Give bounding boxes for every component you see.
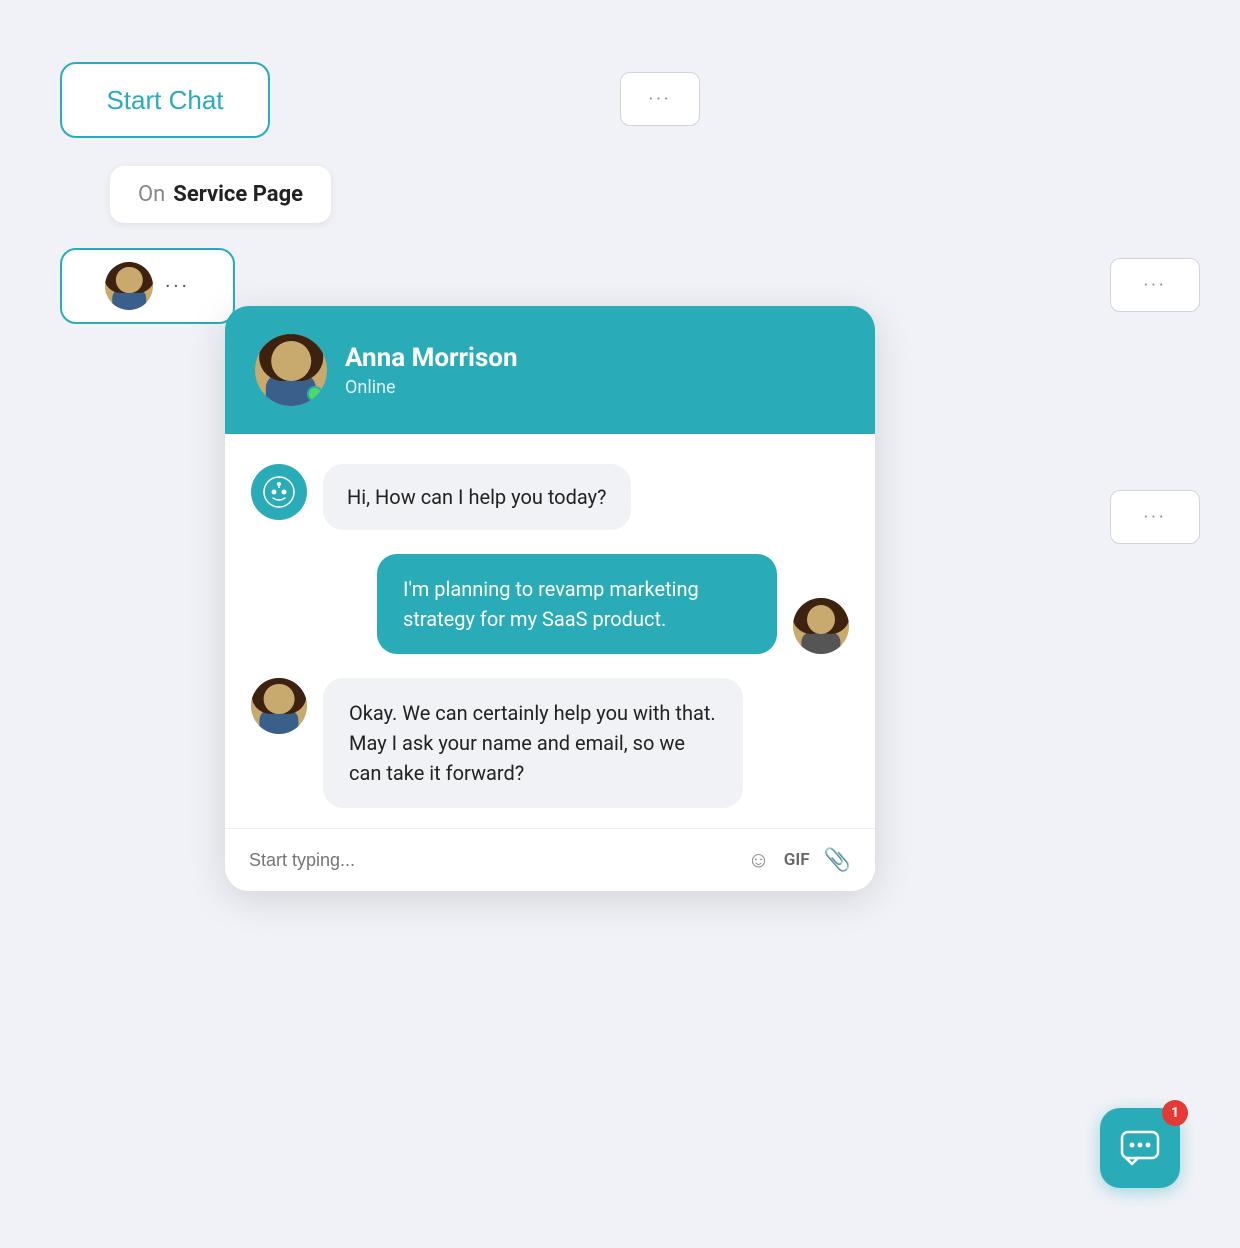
on-text: On: [138, 182, 165, 207]
agent-info: Anna Morrison Online: [345, 343, 518, 398]
input-icons: ☺ GIF 📎: [747, 847, 851, 873]
bot-avatar: [251, 464, 307, 520]
emoji-icon[interactable]: ☺: [747, 847, 769, 873]
avatar-dots-button[interactable]: ···: [60, 248, 235, 324]
top-right-dots-button[interactable]: ···: [620, 72, 700, 126]
dots-icon: ···: [648, 89, 671, 110]
chat-input-area: ☺ GIF 📎: [225, 828, 875, 891]
attachment-icon[interactable]: 📎: [824, 848, 851, 873]
badge: 1: [1162, 1100, 1188, 1126]
chat-input[interactable]: [249, 850, 731, 871]
bot-message-row: Hi, How can I help you today?: [251, 464, 849, 530]
chat-body: Hi, How can I help you today? I'm planni…: [225, 434, 875, 828]
agent-name: Anna Morrison: [345, 343, 518, 373]
agent-message-row: Okay. We can certainly help you with tha…: [251, 678, 849, 808]
dots-icon: ···: [1143, 275, 1166, 296]
dots-icon: ···: [165, 274, 190, 298]
chat-header: Anna Morrison Online: [225, 306, 875, 434]
user-bubble: I'm planning to revamp marketing strateg…: [377, 554, 777, 654]
service-page-tag: On Service Page: [110, 166, 331, 223]
start-chat-label: Start Chat: [106, 85, 223, 116]
chat-widget-button[interactable]: 1: [1100, 1108, 1180, 1188]
bot-bubble: Hi, How can I help you today?: [323, 464, 631, 530]
user-avatar: [793, 598, 849, 654]
gif-icon[interactable]: GIF: [784, 850, 810, 870]
page-text: Service Page: [173, 182, 303, 207]
avatar: [105, 262, 153, 310]
chat-window: Anna Morrison Online Hi, How can I help …: [225, 306, 875, 891]
right-dots-button-1[interactable]: ···: [1110, 258, 1200, 312]
agent-bubble: Okay. We can certainly help you with tha…: [323, 678, 743, 808]
dots-icon: ···: [1143, 507, 1166, 528]
agent-avatar: [255, 334, 327, 406]
start-chat-button[interactable]: Start Chat: [60, 62, 270, 138]
user-message-row: I'm planning to revamp marketing strateg…: [251, 554, 849, 654]
agent-status: Online: [345, 377, 518, 398]
right-dots-button-2[interactable]: ···: [1110, 490, 1200, 544]
online-indicator: [307, 386, 323, 402]
agent-avatar-sm: [251, 678, 307, 734]
